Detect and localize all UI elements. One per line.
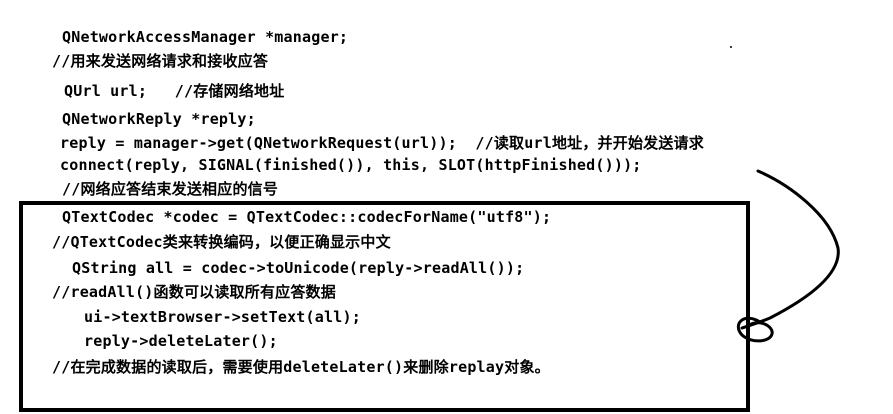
code-line-7: //网络应答结束发送相应的信号: [62, 180, 279, 198]
highlight-box: [19, 201, 750, 412]
arrow-stroke: [740, 169, 840, 330]
code-line-5: reply = manager->get(QNetworkRequest(url…: [60, 134, 704, 152]
stray-dot: [730, 46, 732, 48]
code-line-1: QNetworkAccessManager *manager;: [62, 28, 349, 46]
code-line-3: QUrl url; //存储网络地址: [64, 82, 285, 100]
code-line-4: QNetworkReply *reply;: [62, 110, 256, 128]
code-line-2: //用来发送网络请求和接收应答: [52, 52, 269, 70]
code-line-6: connect(reply, SIGNAL(finished()), this,…: [60, 156, 642, 174]
